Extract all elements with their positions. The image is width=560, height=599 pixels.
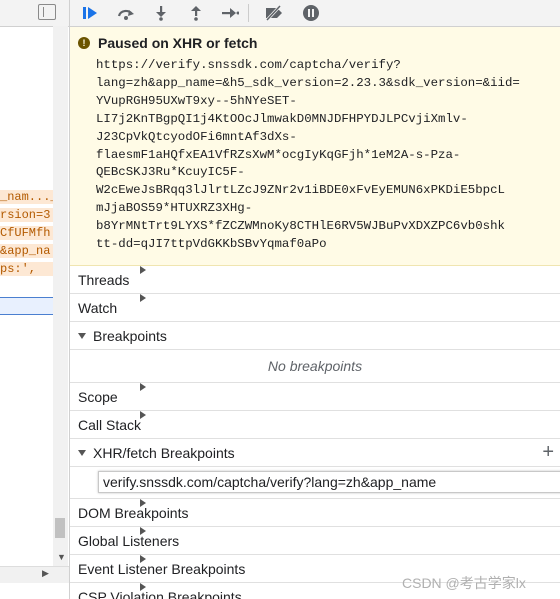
expand-arrow-icon [140, 499, 146, 507]
resume-icon[interactable] [80, 3, 102, 23]
section-dom-breakpoints[interactable]: DOM Breakpoints [70, 499, 560, 527]
section-global-listeners-label: Global Listeners [78, 532, 180, 549]
paused-request-url: https://verify.snssdk.com/captcha/verify… [96, 58, 520, 252]
section-dom-breakpoints-label: DOM Breakpoints [78, 504, 189, 521]
xhr-breakpoint-editor [70, 467, 560, 499]
section-watch-label: Watch [78, 299, 118, 316]
section-csp-violation-breakpoints[interactable]: CSP Violation Breakpoints [70, 583, 560, 599]
xhr-breakpoint-input[interactable] [98, 471, 560, 493]
paused-title: Paused on XHR or fetch [98, 35, 258, 51]
step-out-icon[interactable] [185, 3, 207, 23]
section-csp-violation-breakpoints-label: CSP Violation Breakpoints [78, 588, 242, 599]
expand-arrow-icon [140, 555, 146, 563]
code-line: _nam..._v [0, 190, 53, 204]
section-scope[interactable]: Scope [70, 383, 560, 411]
collapse-arrow-icon [78, 449, 86, 456]
paused-title-row: ! Paused on XHR or fetch [78, 35, 560, 51]
editor-vertical-scrollbar[interactable]: ▼ [53, 26, 68, 566]
code-line: &app_na [0, 244, 53, 258]
toolbar-divider [248, 4, 249, 22]
code-line: CfUFMfh [0, 226, 53, 240]
section-event-listener-breakpoints-label: Event Listener Breakpoints [78, 560, 246, 577]
section-breakpoints-label: Breakpoints [93, 327, 167, 344]
editor-horizontal-scrollbar[interactable]: ▶ [0, 566, 69, 583]
section-call-stack[interactable]: Call Stack [70, 411, 560, 439]
scroll-down-icon[interactable]: ▼ [57, 552, 66, 562]
section-scope-label: Scope [78, 388, 118, 405]
step-over-icon[interactable] [115, 3, 137, 23]
section-threads-label: Threads [78, 271, 130, 288]
expand-arrow-icon [140, 383, 146, 391]
deactivate-breakpoints-icon[interactable] [263, 3, 285, 23]
section-event-listener-breakpoints[interactable]: Event Listener Breakpoints [70, 555, 560, 583]
pause-on-exceptions-icon[interactable] [300, 3, 322, 23]
debugger-sidebar: ! Paused on XHR or fetch https://verify.… [70, 0, 560, 599]
editor-toolbar [0, 0, 69, 27]
no-breakpoints-message: No breakpoints [70, 350, 560, 383]
toggle-navigator-icon[interactable] [38, 4, 56, 20]
collapse-arrow-icon [78, 332, 86, 339]
section-breakpoints[interactable]: Breakpoints [70, 322, 560, 350]
code-line: rsion=3 [0, 208, 53, 222]
expand-arrow-icon [140, 527, 146, 535]
pause-info-icon: ! [78, 37, 90, 49]
step-into-icon[interactable] [150, 3, 172, 23]
selected-code-line [0, 297, 53, 315]
section-xhr-breakpoints[interactable]: XHR/fetch Breakpoints + [70, 439, 560, 467]
expand-arrow-icon [140, 583, 146, 591]
expand-arrow-icon [140, 294, 146, 302]
section-xhr-breakpoints-label: XHR/fetch Breakpoints [93, 444, 235, 461]
section-global-listeners[interactable]: Global Listeners [70, 527, 560, 555]
paused-message: ! Paused on XHR or fetch https://verify.… [70, 27, 560, 266]
expand-arrow-icon [140, 411, 146, 419]
add-xhr-breakpoint-icon[interactable]: + [542, 441, 554, 463]
scroll-right-icon[interactable]: ▶ [42, 568, 49, 579]
section-watch[interactable]: Watch [70, 294, 560, 322]
code-line: ps:', [0, 262, 53, 276]
debugger-toolbar [70, 0, 560, 27]
step-icon[interactable] [219, 3, 241, 23]
section-threads[interactable]: Threads [70, 266, 560, 294]
expand-arrow-icon [140, 266, 146, 274]
scrollbar-thumb[interactable] [55, 518, 65, 538]
sources-editor-pane: _nam..._v rsion=3 CfUFMfh &app_na ps:', … [0, 0, 70, 599]
section-call-stack-label: Call Stack [78, 416, 142, 433]
